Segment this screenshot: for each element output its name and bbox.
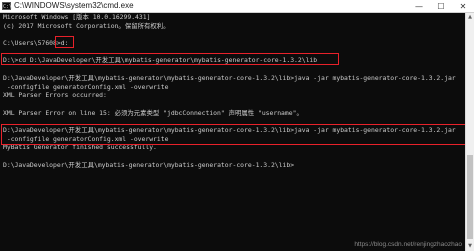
console-line: Microsoft Windows [版本 10.0.16299.431]	[3, 13, 151, 21]
watermark-text: https://blog.csdn.net/renjingzhaozhao	[354, 241, 462, 248]
console-line: (c) 2017 Microsoft Corporation。保留所有权利。	[3, 21, 170, 30]
scroll-thumb[interactable]	[467, 155, 473, 239]
console-line: D:\JavaDeveloper\开发工具\mybatis-generator\…	[3, 73, 456, 82]
close-button[interactable]: ✕	[452, 0, 474, 12]
scroll-up-arrow-icon[interactable]: ▲	[466, 13, 474, 22]
console-line: -configfile generatorConfig.xml -overwri…	[3, 134, 169, 143]
console-line: XML Parser Errors occurred:	[3, 91, 107, 100]
vertical-scrollbar[interactable]: ▲ ▼	[465, 13, 474, 251]
window-controls: — ☐ ✕	[408, 0, 474, 12]
console-line: XML Parser Error on line 15: 必须为元素类型 "jd…	[3, 108, 303, 117]
cmd-app-icon: C:\	[2, 2, 13, 10]
console-line: MyBatis Generator finished successfully.	[3, 143, 157, 152]
title-bar[interactable]: C:\ C:\WINDOWS\system32\cmd.exe — ☐ ✕	[0, 0, 474, 13]
console-line: D:\JavaDeveloper\开发工具\mybatis-generator\…	[3, 125, 456, 134]
console-output[interactable]: Microsoft Windows [版本 10.0.16299.431] (c…	[0, 13, 465, 251]
maximize-button[interactable]: ☐	[430, 0, 452, 12]
console-line: D:\JavaDeveloper\开发工具\mybatis-generator\…	[3, 160, 295, 169]
window-title: C:\WINDOWS\system32\cmd.exe	[14, 1, 134, 10]
console-line: D:\>cd D:\JavaDeveloper\开发工具\mybatis-gen…	[3, 56, 318, 65]
cmd-window: C:\ C:\WINDOWS\system32\cmd.exe — ☐ ✕ Mi…	[0, 0, 474, 251]
minimize-button[interactable]: —	[408, 0, 430, 12]
scroll-down-arrow-icon[interactable]: ▼	[466, 242, 474, 251]
console-line: C:\Users\57608>d:	[3, 39, 69, 48]
console-line: -configfile generatorConfig.xml -overwri…	[3, 82, 169, 91]
